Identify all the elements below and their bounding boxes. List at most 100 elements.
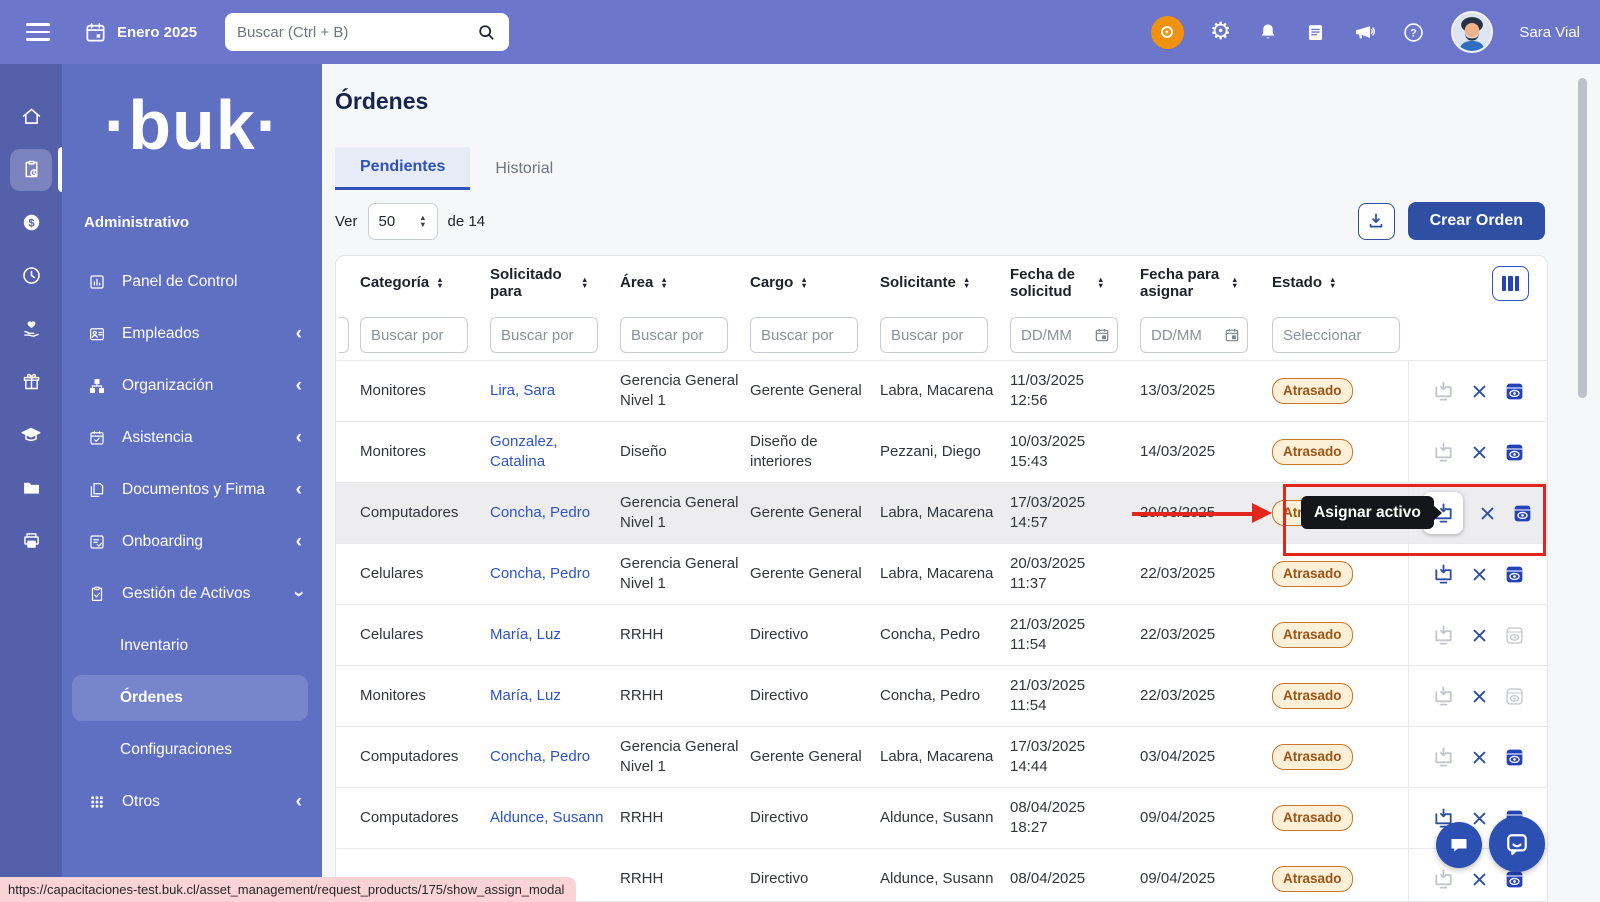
cancel-order-icon[interactable] [1471,871,1488,888]
download-button[interactable] [1358,203,1395,240]
sort-icon[interactable]: ▲▼ [436,277,443,290]
documents-sign-icon [88,481,107,499]
view-order-icon[interactable] [1504,381,1525,402]
vertical-scrollbar[interactable] [1578,78,1587,398]
announcements-megaphone-icon[interactable] [1352,20,1376,44]
employee-link[interactable]: María, Luz [490,686,620,706]
notifications-bell-icon[interactable] [1257,21,1279,43]
create-order-button[interactable]: Crear Orden [1408,202,1545,240]
col-header-cargo[interactable]: Cargo▲▼ [750,274,880,291]
cancel-order-icon[interactable] [1479,505,1496,522]
user-name[interactable]: Sara Vial [1519,24,1580,41]
settings-gear-icon[interactable]: ⚙ [1210,20,1232,44]
view-order-icon[interactable] [1504,564,1525,585]
sidebar-item-onboarding[interactable]: Onboarding ‹ [62,516,322,568]
col-header-fecha-asignar[interactable]: Fecha para asignar▲▼ [1140,266,1272,301]
table-row[interactable]: Monitores María, Luz RRHH Directivo Conc… [336,665,1547,726]
tab-pendientes[interactable]: Pendientes [335,147,470,190]
clipped-filter-input[interactable] [339,317,349,353]
rail-asset-orders-icon[interactable] [0,143,62,196]
employee-link[interactable]: Concha, Pedro [490,564,620,584]
user-avatar[interactable] [1451,11,1493,53]
calendar-icon[interactable] [84,21,107,44]
col-header-solicitante[interactable]: Solicitante▲▼ [880,274,1010,291]
sort-icon[interactable]: ▲▼ [1097,277,1104,290]
global-search[interactable] [225,13,509,51]
filter-cargo-input[interactable] [750,317,858,353]
filter-estado-select[interactable]: Seleccionar [1272,317,1400,353]
cancel-order-icon[interactable] [1471,627,1488,644]
table-row[interactable]: Celulares María, Luz RRHH Directivo Conc… [336,604,1547,665]
employee-link[interactable]: María, Luz [490,625,620,645]
whats-new-icon[interactable] [1151,16,1184,49]
cancel-order-icon[interactable] [1471,810,1488,827]
col-header-estado[interactable]: Estado▲▼ [1272,274,1408,291]
table-row[interactable]: Monitores Lira, Sara Gerencia General Ni… [336,360,1547,421]
cancel-order-icon[interactable] [1471,566,1488,583]
table-row[interactable]: Computadores Concha, Pedro Gerencia Gene… [336,726,1547,787]
sidebar-item-otros[interactable]: Otros ‹ [62,776,322,828]
sidebar-item-asistencia[interactable]: Asistencia ‹ [62,412,322,464]
view-order-icon[interactable] [1504,747,1525,768]
news-note-icon[interactable] [1305,22,1326,43]
sidebar-item-documentos-y-firma[interactable]: Documentos y Firma ‹ [62,464,322,516]
period-label[interactable]: Enero 2025 [117,24,197,41]
hamburger-menu-icon[interactable] [26,23,50,41]
col-header-area[interactable]: Área▲▼ [620,274,750,291]
filter-fecha-solicitud-input[interactable] [1010,317,1118,353]
table-row[interactable]: Computadores Aldunce, Susann RRHH Direct… [336,787,1547,848]
sidebar-item-empleados[interactable]: Empleados ‹ [62,308,322,360]
sidebar-subitem-ordenes[interactable]: Órdenes [72,675,308,721]
sort-icon[interactable]: ▲▼ [1329,277,1336,290]
filter-categoria-input[interactable] [360,317,468,353]
rail-documents-icon[interactable] [0,461,62,514]
help-icon[interactable]: ? [1402,21,1425,44]
sort-icon[interactable]: ▲▼ [660,277,667,290]
cancel-order-icon[interactable] [1471,444,1488,461]
sidebar-item-organizacion[interactable]: Organización ‹ [62,360,322,412]
rail-gifts-icon[interactable] [0,355,62,408]
rail-time-icon[interactable] [0,249,62,302]
rail-training-icon[interactable] [0,408,62,461]
chat-support-button[interactable] [1489,816,1545,872]
table-row[interactable]: Monitores Gonzalez, Catalina Diseño Dise… [336,421,1547,482]
column-settings-button[interactable] [1492,266,1529,301]
cancel-order-icon[interactable] [1471,383,1488,400]
page-size-select[interactable]: 50 ▲▼ [368,203,438,240]
filter-area-input[interactable] [620,317,728,353]
sort-icon[interactable]: ▲▼ [581,277,588,290]
col-header-solicitado-para[interactable]: Solicitado para▲▼ [490,266,620,301]
sidebar-item-panel-de-control[interactable]: Panel de Control [62,256,322,308]
rail-benefits-icon[interactable] [0,302,62,355]
table-row[interactable]: Celulares Concha, Pedro Gerencia General… [336,543,1547,604]
stepper-arrows-icon[interactable]: ▲▼ [419,215,426,228]
search-input[interactable] [237,24,476,41]
cancel-order-icon[interactable] [1471,749,1488,766]
cancel-order-icon[interactable] [1471,688,1488,705]
sort-icon[interactable]: ▲▼ [800,277,807,290]
filter-solicitante-input[interactable] [880,317,988,353]
col-header-fecha-solicitud[interactable]: Fecha de solicitud▲▼ [1010,266,1140,301]
feedback-bubble-button[interactable] [1436,822,1482,868]
view-order-icon[interactable] [1504,442,1525,463]
filter-fecha-asignar-input[interactable] [1140,317,1248,353]
col-header-categoria[interactable]: Categoría▲▼ [360,274,490,291]
employee-link[interactable]: Concha, Pedro [490,747,620,767]
employee-link[interactable]: Lira, Sara [490,381,620,401]
rail-printer-icon[interactable] [0,514,62,567]
employee-link[interactable]: Aldunce, Susann [490,808,620,828]
filter-solicitado-input[interactable] [490,317,598,353]
sidebar-subitem-configuraciones[interactable]: Configuraciones [62,724,322,776]
sort-icon[interactable]: ▲▼ [963,277,970,290]
view-order-icon[interactable] [1512,503,1533,524]
rail-remunerations-icon[interactable]: $ [0,196,62,249]
sidebar-subitem-inventario[interactable]: Inventario [62,620,322,672]
sort-icon[interactable]: ▲▼ [1231,277,1238,290]
tab-historial[interactable]: Historial [470,147,578,190]
assign-asset-icon[interactable] [1432,563,1455,586]
rail-home-icon[interactable] [0,90,62,143]
search-icon[interactable] [476,22,497,43]
employee-link[interactable]: Concha, Pedro [490,503,620,523]
sidebar-item-gestion-de-activos[interactable]: Gestión de Activos ‹ [62,568,322,620]
employee-link[interactable]: Gonzalez, Catalina [490,432,620,472]
